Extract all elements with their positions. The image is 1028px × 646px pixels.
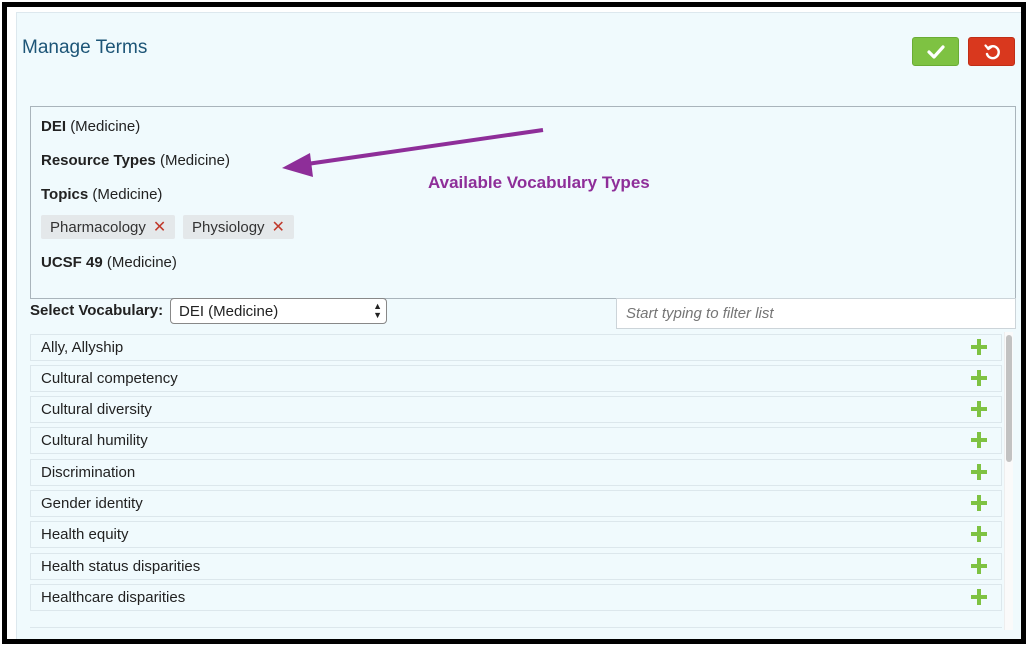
list-item[interactable]: Cultural diversity — [30, 396, 1002, 423]
list-item[interactable]: Health status disparities — [30, 553, 1002, 580]
add-icon[interactable] — [971, 495, 987, 511]
list-item[interactable]: Healthcare disparities — [30, 584, 1002, 611]
term-label: Gender identity — [41, 495, 143, 512]
term-label: Ally, Allyship — [41, 339, 124, 356]
term-label: Cultural competency — [41, 370, 178, 387]
term-label: Health status disparities — [41, 558, 201, 575]
term-label: Health equity — [41, 526, 129, 543]
list-item[interactable]: Cultural humility — [30, 427, 1002, 454]
filter-input[interactable] — [616, 298, 1016, 329]
list-item[interactable]: Cultural competency — [30, 365, 1002, 392]
add-icon[interactable] — [971, 370, 987, 386]
select-vocabulary-label: Select Vocabulary: — [30, 302, 164, 319]
list-bottom-divider — [30, 627, 1002, 628]
select-value: DEI (Medicine) — [179, 302, 279, 320]
add-icon[interactable] — [971, 432, 987, 448]
list-item[interactable]: Discrimination — [30, 459, 1002, 486]
list-item[interactable]: Health equity — [30, 521, 1002, 548]
list-item[interactable]: Gender identity — [30, 490, 1002, 517]
window-frame: Manage Terms DEI (Medicine) Resource Typ… — [2, 2, 1026, 644]
add-icon[interactable] — [971, 558, 987, 574]
add-icon[interactable] — [971, 526, 987, 542]
scrollbar-thumb[interactable] — [1006, 335, 1012, 462]
vocabulary-select[interactable]: DEI (Medicine) ▲ ▼ — [170, 298, 387, 324]
term-label: Discrimination — [41, 464, 136, 481]
add-icon[interactable] — [971, 401, 987, 417]
add-icon[interactable] — [971, 464, 987, 480]
term-label: Cultural humility — [41, 432, 148, 449]
select-arrows-icon: ▲ ▼ — [373, 301, 382, 320]
add-icon[interactable] — [971, 589, 987, 605]
list-item[interactable]: Ally, Allyship — [30, 334, 1002, 361]
list-scrollbar[interactable] — [1004, 332, 1013, 630]
term-label: Healthcare disparities — [41, 589, 186, 606]
manage-terms-panel: Manage Terms DEI (Medicine) Resource Typ… — [16, 12, 1021, 639]
term-label: Cultural diversity — [41, 401, 152, 418]
add-icon[interactable] — [971, 339, 987, 355]
